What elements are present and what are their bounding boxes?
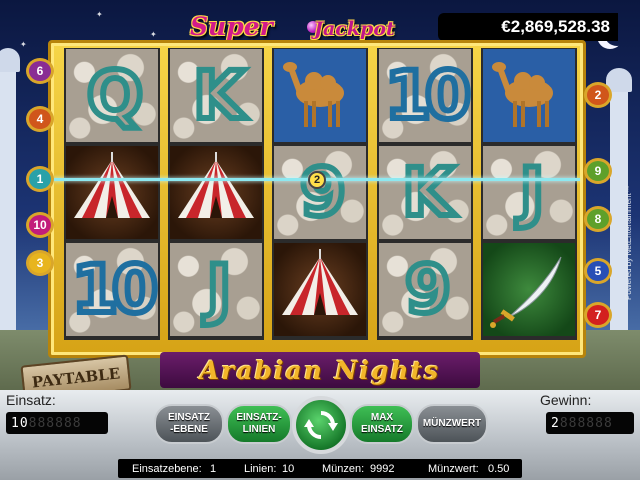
game-title: Arabian Nights bbox=[199, 355, 441, 385]
lines-info-value: 10 bbox=[282, 462, 295, 475]
info-bar: Einsatzebene: 1 Linien: 10 Münzen: 9992 … bbox=[118, 459, 522, 478]
reel-symbol-J: J bbox=[170, 243, 262, 336]
line-marker-6[interactable]: 6 bbox=[26, 58, 54, 84]
bet-level-button[interactable]: EINSATZ -EBENE bbox=[154, 404, 224, 444]
win-ghost-digits: 888888 bbox=[559, 415, 613, 431]
symbol-glyph: J bbox=[517, 151, 548, 234]
payline-win-badge: 2 bbox=[308, 171, 326, 189]
reel-symbol-camel bbox=[274, 49, 366, 142]
reel-symbol-sword bbox=[483, 243, 575, 336]
reel-symbol-K: K bbox=[379, 146, 471, 239]
reel-symbol-tent bbox=[274, 243, 366, 336]
reel-symbol-Q: Q bbox=[66, 49, 158, 142]
reel-5: J bbox=[481, 48, 577, 340]
lines-info-label: Linien: bbox=[244, 462, 277, 475]
reel-symbol-9: 9 bbox=[379, 243, 471, 336]
symbol-glyph: 10 bbox=[382, 54, 471, 137]
line-marker-7[interactable]: 7 bbox=[584, 302, 612, 328]
bet-ghost-digits: 888888 bbox=[28, 415, 82, 431]
spin-arrows-icon bbox=[304, 411, 338, 439]
symbol-glyph: K bbox=[399, 151, 456, 234]
line-marker-3[interactable]: 3 bbox=[26, 250, 54, 276]
symbol-glyph: K bbox=[190, 54, 247, 137]
minaret-dome-left bbox=[0, 48, 20, 72]
win-label: Gewinn: bbox=[540, 392, 592, 408]
bet-value: 10 bbox=[11, 415, 29, 431]
powered-by-text: Powered by NetEntertainment™ bbox=[624, 185, 633, 300]
line-marker-4[interactable]: 4 bbox=[26, 106, 54, 132]
reel-symbol-J: J bbox=[483, 146, 575, 239]
reel-symbol-tent bbox=[170, 146, 262, 239]
reel-symbol-tent bbox=[66, 146, 158, 239]
symbol-glyph: 10 bbox=[69, 248, 158, 331]
reel-4: 10 K 9 bbox=[377, 48, 473, 340]
coins-info-label: Münzen: bbox=[322, 462, 365, 475]
reel-symbol-camel bbox=[483, 49, 575, 142]
symbol-glyph: J bbox=[204, 248, 235, 331]
reel-symbol-K: K bbox=[170, 49, 262, 142]
symbol-glyph: Q bbox=[84, 54, 146, 137]
game-title-banner: Arabian Nights bbox=[160, 352, 480, 388]
max-bet-button[interactable]: MAX EINSATZ bbox=[350, 404, 414, 444]
line-marker-9[interactable]: 9 bbox=[584, 158, 612, 184]
game-stage: ✦ ✦ ✦ ✦ ✦ Super Jackpot €2,869,528.38 Q1… bbox=[0, 0, 640, 480]
star-decoration: ✦ bbox=[150, 30, 157, 39]
bet-display: 10 888888 bbox=[6, 412, 108, 434]
line-marker-2[interactable]: 2 bbox=[584, 82, 612, 108]
coin-value-button[interactable]: MÜNZWERT bbox=[416, 404, 488, 444]
line-marker-8[interactable]: 8 bbox=[584, 206, 612, 232]
coins-info-value: 9992 bbox=[370, 462, 395, 475]
symbol-glyph: 9 bbox=[297, 151, 349, 234]
symbol-glyph: 9 bbox=[402, 248, 454, 331]
jackpot-amount: €2,869,528.38 bbox=[438, 13, 618, 41]
line-marker-10[interactable]: 10 bbox=[26, 212, 54, 238]
jackpot-super-text: Super bbox=[190, 12, 273, 41]
line-marker-5[interactable]: 5 bbox=[584, 258, 612, 284]
reel-symbol-10: 10 bbox=[379, 49, 471, 142]
bet-label: Einsatz: bbox=[6, 392, 56, 408]
reel-1: Q 10 bbox=[64, 48, 160, 340]
spin-button[interactable] bbox=[292, 396, 350, 454]
reel-2: KJ bbox=[168, 48, 264, 340]
bet-lines-button[interactable]: EINSATZ- LINIEN bbox=[226, 404, 292, 444]
reel-symbol-10: 10 bbox=[66, 243, 158, 336]
reel-3: 9 bbox=[272, 48, 368, 340]
star-decoration: ✦ bbox=[96, 10, 103, 19]
bet-level-info-label: Einsatzebene: bbox=[132, 462, 202, 475]
win-display: 2 888888 bbox=[546, 412, 634, 434]
coin-value-info-label: Münzwert: bbox=[428, 462, 479, 475]
coin-value-info-value: 0.50 bbox=[488, 462, 510, 475]
bet-level-info-value: 1 bbox=[210, 462, 217, 475]
jackpot-text: Jackpot bbox=[314, 18, 395, 40]
line-marker-1[interactable]: 1 bbox=[26, 166, 54, 192]
reel-symbol-9: 9 bbox=[274, 146, 366, 239]
win-value: 2 bbox=[551, 415, 560, 431]
star-decoration: ✦ bbox=[20, 40, 27, 49]
